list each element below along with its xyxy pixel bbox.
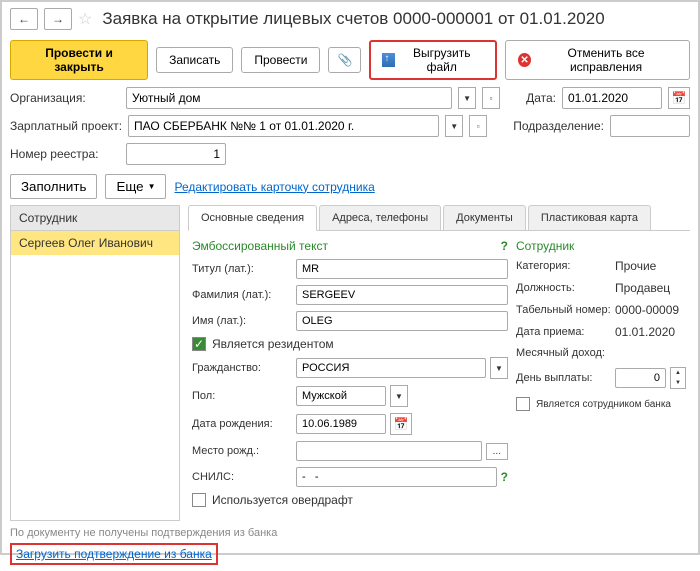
name-input[interactable]	[296, 311, 508, 331]
dept-input[interactable]	[610, 115, 690, 137]
name-label: Имя (лат.):	[192, 315, 292, 327]
project-label: Зарплатный проект:	[10, 119, 122, 133]
birthdate-calendar[interactable]: 📅	[390, 413, 412, 435]
snils-input[interactable]	[296, 467, 497, 487]
resident-checkbox[interactable]: ✓	[192, 337, 206, 351]
org-dropdown-button[interactable]: ▼	[458, 87, 476, 109]
tabnum-value: 0000-00009	[615, 303, 679, 317]
upload-file-button[interactable]: Выгрузить файл	[369, 40, 497, 80]
birthplace-label: Место рожд.:	[192, 445, 292, 457]
more-button[interactable]: Еще ▼	[105, 174, 166, 199]
help-icon[interactable]: ?	[501, 239, 508, 253]
fill-button[interactable]: Заполнить	[10, 174, 97, 199]
paperclip-icon: 📎	[337, 53, 352, 67]
citizenship-input[interactable]	[296, 358, 486, 378]
forward-button[interactable]: →	[44, 8, 72, 30]
submit-button[interactable]: Провести	[241, 47, 320, 73]
employee-section-title: Сотрудник	[516, 239, 574, 253]
org-label: Организация:	[10, 91, 120, 105]
bank-employee-label: Является сотрудником банка	[536, 399, 671, 410]
employee-list: Сотрудник Сергеев Олег Иванович	[10, 205, 180, 521]
category-label: Категория:	[516, 260, 611, 272]
date-label: Дата:	[526, 91, 556, 105]
payday-down[interactable]: ▼	[671, 378, 685, 388]
payday-up[interactable]: ▲	[671, 368, 685, 378]
gender-dropdown[interactable]: ▼	[390, 385, 408, 407]
project-open-button[interactable]: ▫	[469, 115, 487, 137]
load-confirmation-link[interactable]: Загрузить подтверждение из банка	[16, 547, 212, 561]
employee-item[interactable]: Сергеев Олег Иванович	[11, 231, 179, 255]
org-open-button[interactable]: ▫	[482, 87, 500, 109]
hire-value: 01.01.2020	[615, 325, 675, 339]
gender-label: Пол:	[192, 390, 292, 402]
project-input[interactable]	[128, 115, 439, 137]
footer-note: По документу не получены подтверждения и…	[10, 527, 690, 539]
citizenship-label: Гражданство:	[192, 362, 292, 374]
save-button[interactable]: Записать	[156, 47, 233, 73]
back-button[interactable]: ←	[10, 8, 38, 30]
payday-label: День выплаты:	[516, 372, 611, 384]
edit-card-link[interactable]: Редактировать карточку сотрудника	[174, 180, 374, 194]
birthdate-label: Дата рождения:	[192, 418, 292, 430]
snils-label: СНИЛС:	[192, 471, 292, 483]
attach-button[interactable]: 📎	[328, 47, 361, 73]
dept-label: Подразделение:	[513, 119, 604, 133]
page-title: Заявка на открытие лицевых счетов 0000-0…	[102, 9, 604, 29]
titul-input[interactable]	[296, 259, 508, 279]
registry-label: Номер реестра:	[10, 147, 120, 161]
overdraft-checkbox[interactable]	[192, 493, 206, 507]
registry-input[interactable]	[126, 143, 226, 165]
bank-employee-checkbox[interactable]	[516, 397, 530, 411]
tab-addresses[interactable]: Адреса, телефоны	[319, 205, 441, 230]
emboss-section-title: Эмбоссированный текст	[192, 239, 328, 253]
calendar-icon: 📅	[394, 417, 409, 431]
chevron-down-icon: ▼	[148, 182, 156, 191]
cancel-icon: ✕	[518, 53, 531, 67]
calendar-icon: 📅	[672, 91, 687, 105]
resident-label: Является резидентом	[212, 337, 334, 351]
upload-icon	[382, 53, 395, 67]
date-input[interactable]	[562, 87, 662, 109]
employee-list-header: Сотрудник	[11, 206, 179, 231]
position-value: Продавец	[615, 281, 670, 295]
hire-label: Дата приема:	[516, 326, 611, 338]
surname-label: Фамилия (лат.):	[192, 289, 292, 301]
favorite-icon[interactable]: ☆	[78, 9, 92, 29]
surname-input[interactable]	[296, 285, 508, 305]
birthplace-more[interactable]: ...	[486, 443, 508, 460]
birthplace-input[interactable]	[296, 441, 482, 461]
category-value: Прочие	[615, 259, 656, 273]
tabnum-label: Табельный номер:	[516, 304, 611, 316]
tab-card[interactable]: Пластиковая карта	[528, 205, 651, 230]
birthdate-input[interactable]	[296, 414, 386, 434]
submit-close-button[interactable]: Провести и закрыть	[10, 40, 148, 80]
citizenship-dropdown[interactable]: ▼	[490, 357, 508, 379]
tab-documents[interactable]: Документы	[443, 205, 526, 230]
gender-input[interactable]	[296, 386, 386, 406]
position-label: Должность:	[516, 282, 611, 294]
snils-help-icon[interactable]: ?	[501, 470, 508, 484]
cancel-fixes-button[interactable]: ✕ Отменить все исправления	[505, 40, 690, 80]
tab-main[interactable]: Основные сведения	[188, 205, 317, 231]
payday-input[interactable]	[615, 368, 666, 388]
project-dropdown-button[interactable]: ▼	[445, 115, 463, 137]
overdraft-label: Используется овердрафт	[212, 493, 353, 507]
org-input[interactable]	[126, 87, 452, 109]
calendar-button[interactable]: 📅	[668, 87, 690, 109]
titul-label: Титул (лат.):	[192, 263, 292, 275]
income-label: Месячный доход:	[516, 347, 611, 359]
